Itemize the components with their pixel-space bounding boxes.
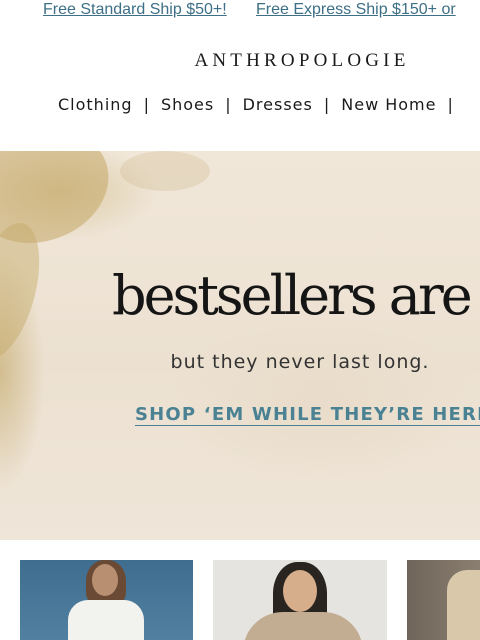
product-image[interactable] [20, 560, 193, 640]
shop-bestsellers-link[interactable]: SHOP ‘EM WHILE THEY’RE HERE [135, 404, 480, 425]
model-figure [243, 612, 363, 640]
hero-headline: bestsellers are in [112, 264, 480, 327]
nav-item-new-home[interactable]: New Home [341, 95, 436, 114]
nav-separator: | [323, 95, 331, 114]
brand-logo[interactable]: ANTHROPOLOGIE [0, 50, 480, 72]
nav-separator: | [447, 95, 454, 114]
main-nav: Clothing | Shoes | Dresses | New Home | [58, 95, 465, 114]
model-figure [447, 570, 480, 640]
model-figure [92, 564, 118, 596]
promo-bar: Free Standard Ship $50+! Free Express Sh… [0, 0, 480, 22]
model-figure [283, 570, 317, 612]
nav-item-shoes[interactable]: Shoes [161, 95, 214, 114]
free-express-shipping-link[interactable]: Free Express Ship $150+ or [256, 0, 456, 20]
hero-banner[interactable]: bestsellers are in but they never last l… [0, 151, 480, 540]
nav-separator: | [143, 95, 150, 114]
product-row [0, 560, 480, 640]
nav-separator: | [225, 95, 232, 114]
product-image[interactable] [407, 560, 480, 640]
hero-subhead: but they never last long. [170, 351, 430, 373]
product-image[interactable] [213, 560, 387, 640]
model-figure [68, 600, 144, 640]
free-standard-shipping-link[interactable]: Free Standard Ship $50+! [43, 0, 227, 20]
paint-texture [120, 151, 210, 191]
nav-item-dresses[interactable]: Dresses [243, 95, 313, 114]
nav-item-clothing[interactable]: Clothing [58, 95, 133, 114]
